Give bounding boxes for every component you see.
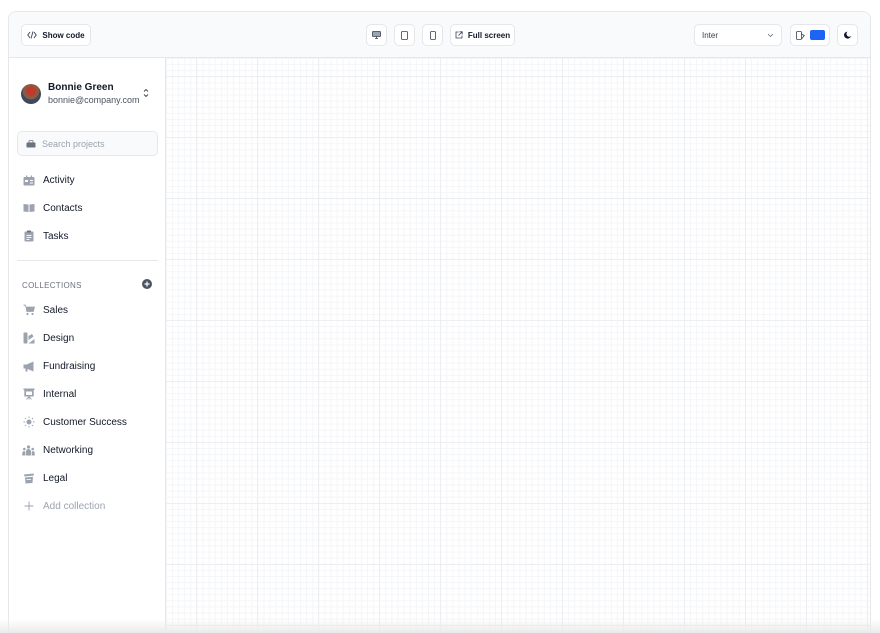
tablet-icon	[401, 30, 408, 40]
megaphone-icon	[22, 360, 35, 373]
search-input[interactable]	[42, 138, 142, 149]
collection-item-internal[interactable]: Internal	[22, 385, 76, 403]
show-code-button[interactable]: Show code	[21, 24, 91, 46]
chevron-up-down-icon	[143, 85, 149, 103]
avatar	[21, 84, 41, 104]
font-select[interactable]: Inter	[694, 24, 782, 46]
collection-item-networking[interactable]: Networking	[22, 441, 93, 459]
theme-color-button[interactable]	[790, 24, 830, 46]
briefcase-icon	[26, 135, 36, 153]
collection-item-customer-success[interactable]: Customer Success	[22, 413, 127, 431]
book-icon	[22, 202, 35, 215]
sidebar-divider	[17, 260, 158, 261]
dark-mode-button[interactable]	[837, 24, 858, 46]
user-menu[interactable]: Bonnie Green bonnie@company.com	[21, 82, 153, 106]
collection-item-sales[interactable]: Sales	[22, 301, 68, 319]
collections-header: COLLECTIONS	[22, 276, 152, 294]
code-icon	[27, 31, 38, 39]
grid-canvas	[166, 58, 870, 632]
search-field[interactable]	[17, 131, 158, 156]
user-name: Bonnie Green	[48, 82, 114, 93]
nav-item-tasks[interactable]: Tasks	[22, 227, 69, 245]
toolbar: Show code Full screen Inter	[9, 12, 870, 58]
presentation-icon	[22, 388, 35, 401]
desktop-view-button[interactable]	[366, 24, 387, 46]
lightbulb-icon	[22, 416, 35, 429]
activity-icon	[22, 174, 35, 187]
collection-item-fundraising[interactable]: Fundraising	[22, 357, 95, 375]
collection-item-design[interactable]: Design	[22, 329, 74, 347]
add-collection-icon[interactable]	[142, 276, 152, 294]
collection-item-legal[interactable]: Legal	[22, 469, 67, 487]
sidebar: Bonnie Green bonnie@company.com Activity…	[9, 58, 166, 632]
external-link-icon	[455, 31, 463, 39]
clipboard-icon	[22, 230, 35, 243]
add-collection-button[interactable]: Add collection	[22, 497, 105, 515]
nav-item-activity[interactable]: Activity	[22, 171, 75, 189]
full-screen-button[interactable]: Full screen	[450, 24, 515, 46]
mobile-icon	[429, 30, 436, 40]
cart-icon	[22, 304, 35, 317]
nav-item-contacts[interactable]: Contacts	[22, 199, 82, 217]
users-icon	[22, 444, 35, 457]
chevron-down-icon	[767, 31, 774, 40]
moon-icon	[843, 31, 852, 39]
preview-frame: Show code Full screen Inter Bonnie Green…	[8, 11, 871, 633]
desktop-icon	[372, 31, 381, 39]
design-icon	[22, 332, 35, 345]
mobile-view-button[interactable]	[422, 24, 443, 46]
user-email: bonnie@company.com	[48, 95, 140, 105]
tablet-view-button[interactable]	[394, 24, 415, 46]
palette-icon	[795, 30, 805, 40]
scale-icon	[22, 472, 35, 485]
plus-icon	[22, 500, 35, 513]
theme-color-swatch	[809, 30, 825, 40]
